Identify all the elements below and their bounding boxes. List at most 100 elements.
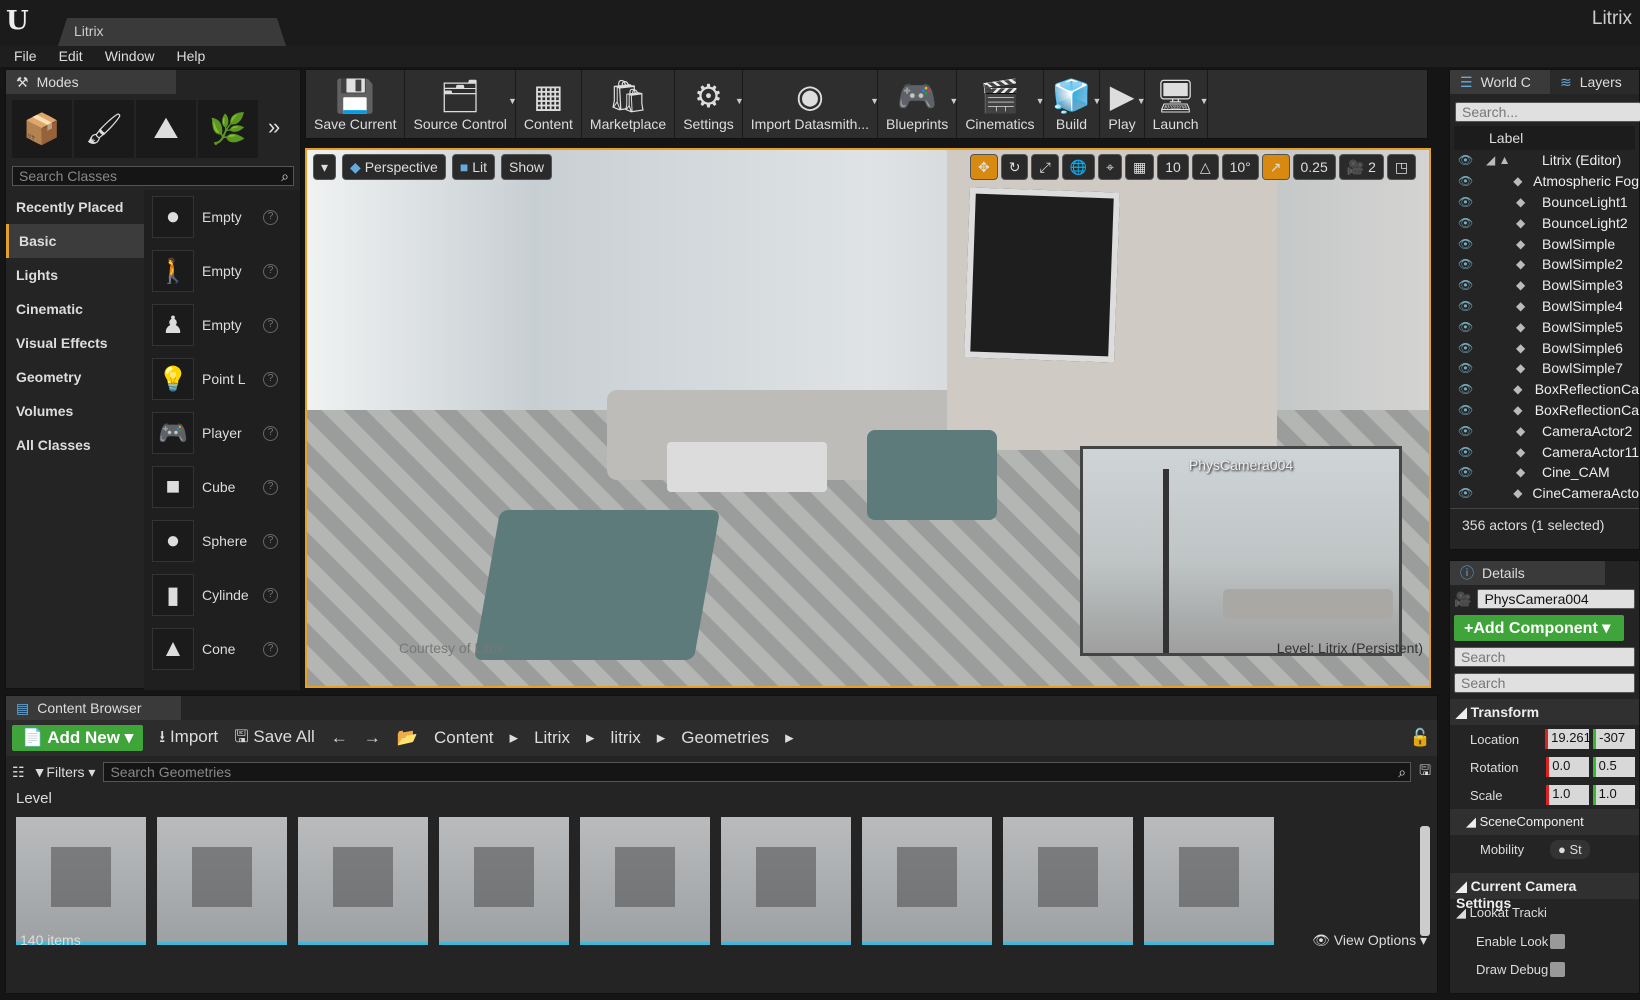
breadcrumb-geometries[interactable]: Geometries bbox=[681, 728, 769, 748]
visibility-eye-icon[interactable]: 👁 bbox=[1458, 320, 1476, 334]
filters-button[interactable]: ▼Filters ▾ bbox=[33, 764, 96, 781]
landscape-mode-icon[interactable]: ⛰ bbox=[136, 100, 196, 158]
translate-icon[interactable]: ✥ bbox=[970, 154, 998, 180]
outliner-row[interactable]: 👁 ◆ BowlSimple5 bbox=[1450, 316, 1639, 337]
placeable-item[interactable]: ■ Cube? bbox=[144, 460, 300, 514]
maximize-viewport-icon[interactable]: ◳ bbox=[1386, 154, 1417, 180]
scale-x[interactable]: 1.0 bbox=[1546, 785, 1589, 805]
scale-label[interactable]: Scale bbox=[1450, 788, 1546, 803]
angle-snap-icon[interactable]: △ bbox=[1191, 154, 1219, 180]
help-icon[interactable]: ? bbox=[263, 425, 278, 441]
visibility-eye-icon[interactable]: 👁 bbox=[1458, 299, 1476, 313]
outliner-row[interactable]: 👁 ◆ CameraActor2 bbox=[1450, 420, 1639, 441]
breadcrumb-separator[interactable]: ▸ bbox=[785, 728, 794, 748]
outliner-row[interactable]: 👁 ◆ BounceLight1 bbox=[1450, 192, 1639, 213]
show-button[interactable]: Show bbox=[501, 154, 553, 180]
outliner-row[interactable]: 👁 ◆ Atmospheric Fog bbox=[1450, 171, 1639, 192]
asset-thumbnail[interactable] bbox=[157, 817, 287, 945]
rotation-y[interactable]: 0.5 bbox=[1592, 757, 1635, 777]
add-component-button[interactable]: +Add Component ▾ bbox=[1454, 615, 1624, 641]
toolbar-button-play[interactable]: ▶ Play ▼ bbox=[1100, 70, 1146, 138]
help-icon[interactable]: ? bbox=[263, 371, 278, 387]
toolbar-button-build[interactable]: 🧊 Build ▼ bbox=[1044, 70, 1101, 138]
placeable-item[interactable]: 💡 Point L? bbox=[144, 352, 300, 406]
actor-name-input[interactable]: PhysCamera004 bbox=[1477, 589, 1635, 609]
scale-snap-value[interactable]: 0.25 bbox=[1292, 154, 1336, 180]
scale-icon[interactable]: ⤢ bbox=[1031, 154, 1059, 180]
asset-thumbnail[interactable] bbox=[721, 817, 851, 945]
level-filter-chip[interactable]: Level bbox=[6, 788, 1437, 809]
import-button[interactable]: ⭳ Import bbox=[159, 724, 218, 753]
menu-edit[interactable]: Edit bbox=[59, 46, 83, 67]
visibility-eye-icon[interactable]: 👁 bbox=[1458, 382, 1473, 396]
category-item[interactable]: Geometry bbox=[6, 360, 144, 394]
visibility-eye-icon[interactable]: 👁 bbox=[1458, 216, 1476, 230]
forward-icon[interactable]: → bbox=[364, 728, 381, 748]
help-icon[interactable]: ? bbox=[263, 209, 278, 225]
label-column-header[interactable]: Label bbox=[1454, 126, 1635, 150]
toolbar-button-launch[interactable]: 🖥 Launch ▼ bbox=[1145, 70, 1209, 138]
toolbar-button-blueprints[interactable]: 🎮 Blueprints ▼ bbox=[878, 70, 958, 138]
help-icon[interactable]: ? bbox=[263, 533, 278, 549]
location-y[interactable]: -307 bbox=[1593, 729, 1635, 749]
category-item[interactable]: All Classes bbox=[6, 428, 144, 462]
add-new-button[interactable]: 📄 Add New ▾ bbox=[12, 725, 144, 751]
scale-snap-icon[interactable]: ↗ bbox=[1261, 154, 1290, 180]
visibility-eye-icon[interactable]: 👁 bbox=[1458, 341, 1476, 355]
back-icon[interactable]: ← bbox=[331, 728, 348, 748]
window-tab[interactable]: Litrix bbox=[58, 18, 286, 46]
breadcrumb-litrix-lower[interactable]: litrix bbox=[611, 728, 641, 748]
category-item[interactable]: Cinematic bbox=[6, 292, 144, 326]
outliner-search-input[interactable]: Search... bbox=[1455, 102, 1640, 122]
mobility-static-button[interactable]: ● St bbox=[1550, 839, 1590, 859]
outliner-row[interactable]: 👁 ◆ BounceLight2 bbox=[1450, 212, 1639, 233]
tab-layers[interactable]: ≋ Layers bbox=[1550, 70, 1639, 94]
outliner-row[interactable]: 👁 ◆ BowlSimple2 bbox=[1450, 254, 1639, 275]
scale-y[interactable]: 1.0 bbox=[1592, 785, 1635, 805]
placeable-item[interactable]: ▮ Cylinde? bbox=[144, 568, 300, 622]
asset-thumbnail[interactable] bbox=[1144, 817, 1274, 945]
category-item[interactable]: Basic bbox=[6, 224, 144, 258]
search-classes-input[interactable]: Search Classes ⌕ bbox=[12, 166, 294, 186]
outliner-row[interactable]: 👁 ◆ BowlSimple bbox=[1450, 233, 1639, 254]
outliner-row[interactable]: 👁 ◆ BoxReflectionCa bbox=[1450, 400, 1639, 421]
surface-snap-icon[interactable]: ⌖ bbox=[1098, 154, 1122, 180]
dropdown-arrow-icon[interactable]: ▼ bbox=[1200, 96, 1209, 106]
asset-thumbnail[interactable] bbox=[298, 817, 428, 945]
tab-content-browser[interactable]: ▤ Content Browser bbox=[6, 696, 181, 720]
asset-thumbnail[interactable] bbox=[439, 817, 569, 945]
lit-button[interactable]: ■ Lit bbox=[451, 154, 495, 180]
placeable-item[interactable]: 🚶 Empty? bbox=[144, 244, 300, 298]
tab-world-outliner[interactable]: ☰ World C bbox=[1450, 70, 1550, 94]
placeable-item[interactable]: ♟ Empty? bbox=[144, 298, 300, 352]
help-icon[interactable]: ? bbox=[263, 263, 278, 279]
rotation-x[interactable]: 0.0 bbox=[1546, 757, 1589, 777]
sources-toggle-icon[interactable]: ☷ bbox=[12, 764, 25, 781]
visibility-eye-icon[interactable]: 👁 bbox=[1458, 195, 1476, 209]
category-item[interactable]: Visual Effects bbox=[6, 326, 144, 360]
more-modes-icon[interactable]: » bbox=[260, 100, 288, 158]
breadcrumb-content[interactable]: Content bbox=[434, 728, 494, 748]
world-local-icon[interactable]: 🌐 bbox=[1061, 154, 1096, 180]
outliner-row[interactable]: 👁 ◆ CineCameraActo bbox=[1450, 483, 1639, 504]
asset-thumbnail[interactable] bbox=[580, 817, 710, 945]
perspective-button[interactable]: ◆ Perspective bbox=[342, 154, 446, 180]
asset-thumbnail[interactable] bbox=[862, 817, 992, 945]
outliner-row[interactable]: 👁 ◆ BowlSimple4 bbox=[1450, 296, 1639, 317]
help-icon[interactable]: ? bbox=[263, 587, 278, 603]
transform-section[interactable]: ◢ Transform bbox=[1450, 699, 1639, 725]
category-item[interactable]: Lights bbox=[6, 258, 144, 292]
scene-component-section[interactable]: ◢ SceneComponent bbox=[1450, 809, 1639, 835]
asset-scrollbar[interactable] bbox=[1420, 826, 1430, 936]
place-mode-icon[interactable]: 📦 bbox=[12, 100, 72, 158]
category-item[interactable]: Volumes bbox=[6, 394, 144, 428]
grid-size-value[interactable]: 10 bbox=[1157, 154, 1189, 180]
save-all-button[interactable]: 🖫 Save All bbox=[234, 724, 315, 753]
visibility-eye-icon[interactable]: 👁 bbox=[1458, 257, 1476, 271]
help-icon[interactable]: ? bbox=[263, 641, 278, 657]
outliner-row[interactable]: 👁 ◆ BowlSimple3 bbox=[1450, 275, 1639, 296]
rotation-label[interactable]: Rotation bbox=[1450, 760, 1546, 775]
visibility-eye-icon[interactable]: 👁 bbox=[1458, 153, 1476, 167]
placeable-item[interactable]: ● Empty? bbox=[144, 190, 300, 244]
outliner-row[interactable]: 👁 ◆ Cine_CAM bbox=[1450, 462, 1639, 483]
